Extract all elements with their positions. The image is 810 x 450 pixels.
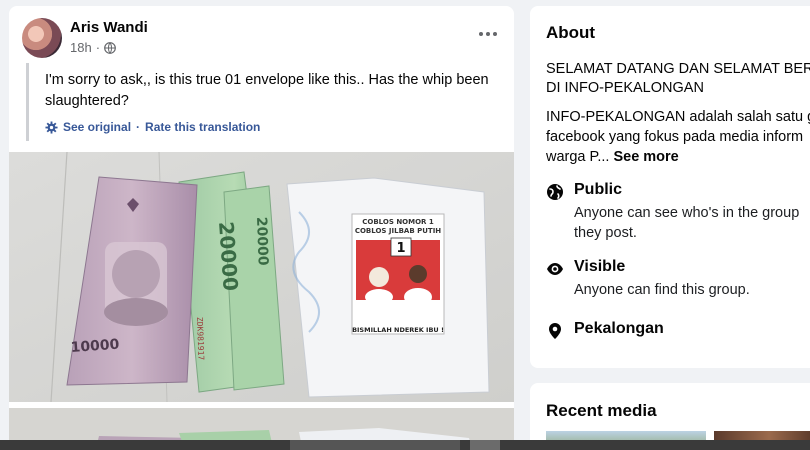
- translation-separator: ·: [136, 120, 141, 134]
- author-avatar[interactable]: [22, 18, 62, 58]
- desc-line: facebook yang fokus pada media inform: [546, 129, 804, 145]
- post-meta: 18h ·: [70, 40, 116, 55]
- note3-value: 20000: [253, 217, 271, 266]
- location-row: Pekalongan: [546, 320, 810, 344]
- recent-media-title: Recent media: [546, 401, 657, 420]
- post-text: I'm sorry to ask,, is this true 01 envel…: [45, 72, 489, 109]
- taskbar-item[interactable]: [470, 440, 500, 450]
- desc-line: INFO-PEKALONGAN adalah salah satu g: [546, 109, 810, 125]
- privacy-public-row: Public Anyone can see who's in the group…: [546, 181, 810, 241]
- about-title: About: [546, 23, 596, 42]
- public-sub-line: Anyone can see who's in the group: [574, 205, 800, 221]
- visible-title: Visible: [574, 258, 626, 275]
- gear-icon: [45, 120, 58, 134]
- dot-icon: [479, 32, 483, 36]
- post-card: Aris Wandi 18h · I'm sorry to ask,, is t…: [9, 6, 514, 450]
- public-sub-line: they post.: [574, 225, 637, 241]
- photo-content: 20000 20000 ZDK981917 10000 COBLOS NOMOR…: [9, 152, 514, 402]
- about-description: INFO-PEKALONGAN adalah salah satu g face…: [546, 107, 810, 167]
- desc-line: DI INFO-PEKALONGAN: [546, 80, 704, 96]
- note1-value: 10000: [70, 337, 120, 356]
- note2-value: 20000: [214, 221, 243, 292]
- about-description-welcome: SELAMAT DATANG DAN SELAMAT BERG DI INFO-…: [546, 60, 810, 98]
- taskbar-edge: [0, 440, 810, 450]
- serial-number: ZDK981917: [195, 317, 206, 361]
- location-pin-icon: [549, 323, 561, 339]
- translation-row: See original · Rate this translation: [45, 120, 496, 134]
- desc-line: SELAMAT DATANG DAN SELAMAT BERG: [546, 61, 810, 77]
- post-body: I'm sorry to ask,, is this true 01 envel…: [26, 63, 496, 141]
- globe-icon: [104, 41, 116, 54]
- post-time[interactable]: 18h: [70, 40, 92, 55]
- post-photo[interactable]: 20000 20000 ZDK981917 10000 COBLOS NOMOR…: [9, 152, 514, 402]
- visibility-row: Visible Anyone can find this group.: [546, 258, 810, 302]
- globe-icon: [547, 184, 563, 200]
- desc-line-last: warga P... See more: [546, 147, 810, 167]
- post-options-button[interactable]: [474, 24, 502, 44]
- taskbar-item[interactable]: [290, 440, 460, 450]
- dot-icon: [493, 32, 497, 36]
- see-more-link[interactable]: See more: [613, 149, 678, 165]
- public-title: Public: [574, 181, 623, 198]
- location-name[interactable]: Pekalongan: [574, 320, 664, 338]
- envelope-footer: BISMILLAH NDEREK IBU !: [352, 326, 444, 334]
- envelope-header2: COBLOS JILBAB PUTIH: [355, 227, 441, 235]
- see-original-link[interactable]: See original: [63, 120, 131, 134]
- about-card: About SELAMAT DATANG DAN SELAMAT BERG DI…: [530, 6, 810, 368]
- envelope-number: 1: [396, 241, 405, 256]
- public-description: Anyone can see who's in the group they p…: [574, 203, 799, 243]
- meta-separator: ·: [95, 40, 101, 55]
- dot-icon: [486, 32, 490, 36]
- envelope-header1: COBLOS NOMOR 1: [362, 218, 434, 226]
- rate-translation-link[interactable]: Rate this translation: [145, 120, 260, 134]
- visible-description: Anyone can find this group.: [574, 282, 750, 298]
- desc-line: warga P...: [546, 149, 610, 165]
- author-name[interactable]: Aris Wandi: [70, 19, 148, 36]
- eye-icon: [547, 263, 563, 275]
